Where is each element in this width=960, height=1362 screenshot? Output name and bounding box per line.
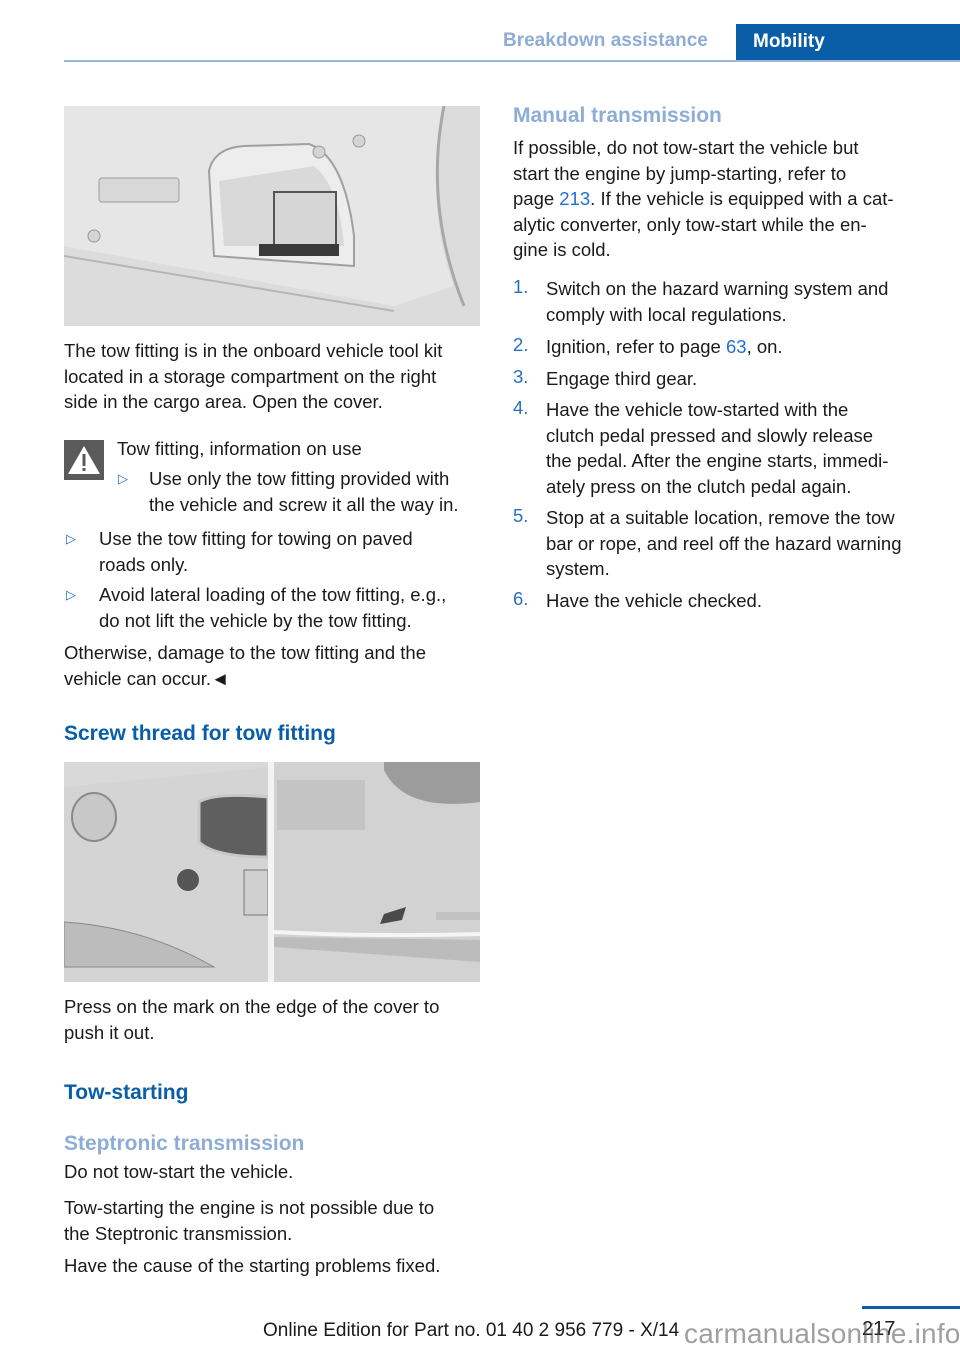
- text-line: push it out.: [64, 1021, 155, 1043]
- text-line: Tow-starting the engine is not possible …: [64, 1197, 435, 1218]
- step-text: Have the vehicle tow-started with the cl…: [546, 397, 946, 499]
- text-fragment: page: [513, 188, 560, 209]
- triangle-bullet-icon: ▷: [118, 471, 128, 486]
- text-line: Switch on the hazard warning system and: [546, 278, 889, 299]
- footer-edition: Online Edition for Part no. 01 40 2 956 …: [263, 1320, 680, 1341]
- text-line: ately press on the clutch pedal again.: [546, 475, 852, 497]
- step-text: Switch on the hazard warning system and …: [546, 276, 946, 327]
- text-line: The tow fitting is in the onboard vehicl…: [64, 340, 443, 361]
- bumper-covers-figure: [64, 762, 480, 982]
- heading-screw-thread: Screw thread for tow fitting: [64, 722, 336, 745]
- text-line: vehicle can occur.◄: [64, 667, 230, 689]
- heading-manual-transmission: Manual transmission: [513, 104, 722, 127]
- steptronic-text-2: Tow-starting the engine is not possible …: [64, 1195, 484, 1246]
- steptronic-text-3: Have the cause of the starting problems …: [64, 1255, 441, 1276]
- text-line: comply with local regulations.: [546, 303, 787, 325]
- text-line: Press on the mark on the edge of the cov…: [64, 996, 440, 1017]
- step-number: 6.: [513, 588, 529, 609]
- steptronic-text-1: Do not tow-start the vehicle.: [64, 1161, 294, 1182]
- step-number: 3.: [513, 366, 529, 387]
- text-line: Engage third gear.: [546, 368, 698, 389]
- text-line: system.: [546, 558, 610, 579]
- cover-instruction-text: Press on the mark on the edge of the cov…: [64, 994, 484, 1045]
- heading-steptronic: Steptronic transmission: [64, 1132, 305, 1155]
- warning-item: Use only the tow fitting provided with t…: [149, 466, 484, 517]
- text-line: page 213. If the vehicle is equipped wit…: [513, 186, 933, 212]
- triangle-bullet-icon: ▷: [66, 531, 76, 546]
- text-line: located in a storage compartment on the …: [64, 365, 437, 387]
- step-text: Stop at a suitable location, remove the …: [546, 505, 946, 582]
- text-fragment: . If the vehicle is equipped with a cat-: [590, 188, 894, 209]
- header-chapter-tab: Mobility: [736, 24, 960, 62]
- text-line: start the engine by jump-starting, refer…: [513, 162, 847, 184]
- text-line: Stop at a suitable location, remove the …: [546, 507, 895, 528]
- step-number: 4.: [513, 397, 529, 418]
- watermark: carmanualsonline.info: [684, 1318, 960, 1349]
- text-line: Have the vehicle checked.: [546, 590, 762, 611]
- text-line: alytic converter, only tow-start while t…: [513, 213, 867, 235]
- step-text: Engage third gear.: [546, 366, 946, 392]
- text-line: clutch pedal pressed and slowly release: [546, 424, 874, 446]
- triangle-bullet-icon: ▷: [66, 587, 76, 602]
- text-line: bar or rope, and reel off the hazard war…: [546, 532, 902, 554]
- text-line: roads only.: [99, 553, 189, 575]
- step-number: 1.: [513, 276, 529, 297]
- text-line: side in the cargo area. Open the cover.: [64, 391, 383, 412]
- heading-tow-starting: Tow-starting: [64, 1081, 189, 1104]
- warning-closing: Otherwise, damage to the tow fitting and…: [64, 640, 484, 691]
- page-link-213[interactable]: 213: [559, 188, 590, 209]
- header-rule: [64, 60, 960, 62]
- warning-icon: [64, 440, 104, 480]
- text-line: the vehicle and screw it all the way in.: [149, 493, 459, 515]
- text-line: Have the vehicle tow-started with the: [546, 399, 849, 420]
- cargo-compartment-illustration: [64, 106, 480, 326]
- page-link-63[interactable]: 63: [726, 336, 747, 357]
- warning-item: Avoid lateral loading of the tow fitting…: [99, 582, 484, 633]
- warning-title: Tow fitting, information on use: [117, 438, 362, 459]
- tow-fitting-location-text: The tow fitting is in the onboard vehicl…: [64, 338, 484, 415]
- cargo-compartment-figure: [64, 106, 480, 326]
- text-line: Otherwise, damage to the tow fitting and…: [64, 642, 426, 663]
- text-line: gine is cold.: [513, 239, 611, 260]
- text-fragment: Ignition, refer to page: [546, 336, 726, 357]
- step-number: 2.: [513, 334, 529, 355]
- footer-rule: [862, 1306, 960, 1309]
- text-line: Use only the tow fitting provided with: [149, 468, 450, 489]
- text-line: Use the tow fitting for towing on paved: [99, 528, 413, 549]
- bumper-covers-illustration: [64, 762, 480, 982]
- warning-item: Use the tow fitting for towing on paved …: [99, 526, 484, 577]
- text-line: If possible, do not tow-start the vehicl…: [513, 137, 859, 158]
- text-fragment: , on.: [746, 336, 783, 357]
- text-line: Avoid lateral loading of the tow fitting…: [99, 584, 447, 605]
- text-line: the pedal. After the engine starts, imme…: [546, 450, 889, 471]
- header-section-title: Breakdown assistance: [503, 30, 708, 51]
- step-number: 5.: [513, 505, 529, 526]
- manual-intro-text: If possible, do not tow-start the vehicl…: [513, 135, 933, 263]
- text-line: the Steptronic transmission.: [64, 1222, 293, 1244]
- text-line: do not lift the vehicle by the tow fitti…: [99, 609, 412, 631]
- step-text: Ignition, refer to page 63, on.: [546, 334, 946, 360]
- step-text: Have the vehicle checked.: [546, 588, 946, 614]
